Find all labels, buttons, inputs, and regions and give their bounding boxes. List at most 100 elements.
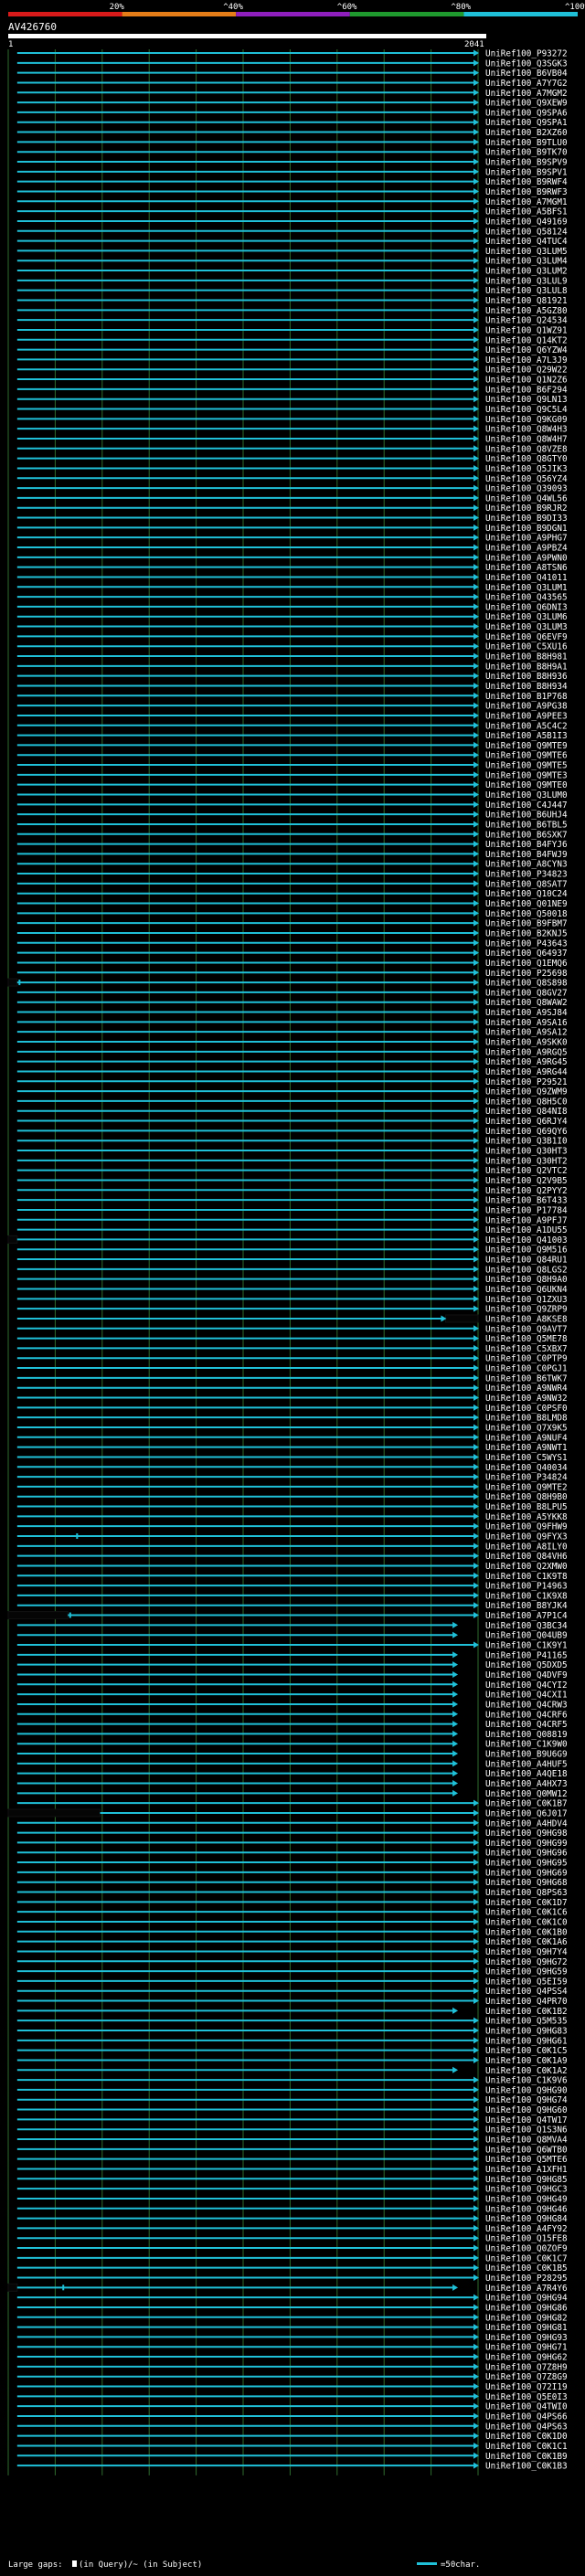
hit-label[interactable]: UniRef100_C1K9X8 xyxy=(485,1591,568,1601)
hit-label[interactable]: UniRef100_Q30HT2 xyxy=(485,1156,568,1166)
hit-label[interactable]: UniRef100_C0K1D0 xyxy=(485,2432,568,2442)
hit-label[interactable]: UniRef100_P34824 xyxy=(485,1473,568,1483)
hit-label[interactable]: UniRef100_Q9FHW9 xyxy=(485,1522,568,1532)
hit-row[interactable]: UniRef100_C0K1A6 xyxy=(16,1937,568,1947)
hit-label[interactable]: UniRef100_B4FWJ9 xyxy=(485,850,568,860)
hit-row[interactable]: UniRef100_Q14KT2 xyxy=(16,335,568,345)
hit-row[interactable]: UniRef100_P43643 xyxy=(16,938,568,949)
hit-label[interactable]: UniRef100_Q4TW17 xyxy=(485,2115,568,2125)
hit-row[interactable]: UniRef100_A1XFH1 xyxy=(16,2165,568,2175)
hit-row[interactable]: UniRef100_B6F294 xyxy=(16,385,568,395)
hit-row[interactable]: UniRef100_Q9HG96 xyxy=(16,1849,568,1859)
hit-row[interactable]: UniRef100_A5C4C2 xyxy=(16,721,568,731)
hit-row[interactable]: UniRef100_B9SPV9 xyxy=(16,158,568,168)
hit-row[interactable]: UniRef100_Q4CRW3 xyxy=(16,1700,568,1710)
hit-label[interactable]: UniRef100_C0K1B5 xyxy=(485,2263,568,2274)
hit-row[interactable]: UniRef100_B9FBM7 xyxy=(16,919,568,929)
hit-row[interactable]: UniRef100_C1K9X8 xyxy=(16,1591,568,1601)
hit-row[interactable]: UniRef100_Q9HG95 xyxy=(16,1859,568,1869)
hit-row[interactable]: UniRef100_B9RWF4 xyxy=(16,177,568,187)
hit-row[interactable]: UniRef100_Q9C5L4 xyxy=(16,405,568,415)
hit-label[interactable]: UniRef100_B1P768 xyxy=(485,692,568,702)
hit-row[interactable]: UniRef100_C0K1C1 xyxy=(16,2442,568,2452)
hit-row[interactable]: UniRef100_A4FY92 xyxy=(16,2224,568,2234)
hit-row[interactable]: UniRef100_C0K1B0 xyxy=(16,1927,568,1937)
hit-row[interactable]: UniRef100_Q9HG86 xyxy=(16,2303,568,2313)
hit-row[interactable]: UniRef100_A9PBZ4 xyxy=(16,544,568,554)
hit-row[interactable]: UniRef100_C0K1B2 xyxy=(16,2007,568,2017)
hit-label[interactable]: UniRef100_Q1N2Z6 xyxy=(485,376,568,386)
hit-row[interactable]: UniRef100_B9TK70 xyxy=(16,148,568,158)
hit-label[interactable]: UniRef100_C0K1C7 xyxy=(485,2253,568,2263)
hit-row[interactable]: UniRef100_Q41003 xyxy=(7,1235,568,1246)
hit-label[interactable]: UniRef100_Q81921 xyxy=(485,296,568,306)
hit-label[interactable]: UniRef100_A7R4Y6 xyxy=(485,2284,568,2294)
hit-label[interactable]: UniRef100_A7MGM1 xyxy=(485,197,568,207)
hit-label[interactable]: UniRef100_Q3BC34 xyxy=(485,1621,568,1631)
hit-label[interactable]: UniRef100_C0K1C5 xyxy=(485,2046,568,2056)
hit-label[interactable]: UniRef100_Q8H9B0 xyxy=(485,1492,568,1502)
hit-label[interactable]: UniRef100_Q4CRF5 xyxy=(485,1720,568,1730)
hit-row[interactable]: UniRef100_Q5MTE6 xyxy=(16,2155,568,2165)
hit-label[interactable]: UniRef100_Q4CYI2 xyxy=(485,1680,568,1691)
hit-label[interactable]: UniRef100_Q9H7Y4 xyxy=(485,1947,568,1957)
hit-label[interactable]: UniRef100_Q9HGC3 xyxy=(485,2185,568,2195)
hit-label[interactable]: UniRef100_Q9MTE3 xyxy=(485,770,568,780)
hit-label[interactable]: UniRef100_B9SPV9 xyxy=(485,158,568,168)
hit-label[interactable]: UniRef100_Q10C24 xyxy=(485,889,568,899)
hit-row[interactable]: UniRef100_Q9XEW9 xyxy=(16,99,568,109)
hit-label[interactable]: UniRef100_B9DI33 xyxy=(485,514,568,524)
hit-row[interactable]: UniRef100_Q9HG59 xyxy=(16,1967,568,1977)
hit-label[interactable]: UniRef100_Q4CRW3 xyxy=(485,1700,568,1710)
hit-row[interactable]: UniRef100_B6VB04 xyxy=(16,69,568,79)
hit-label[interactable]: UniRef100_A9RG44 xyxy=(485,1067,568,1077)
hit-row[interactable]: UniRef100_Q0ZOF9 xyxy=(16,2244,568,2254)
hit-label[interactable]: UniRef100_Q2V9B5 xyxy=(485,1176,568,1186)
hit-label[interactable]: UniRef100_Q9MTE6 xyxy=(485,751,568,761)
hit-row[interactable]: UniRef100_C1K9V6 xyxy=(16,2076,568,2086)
hit-row[interactable]: UniRef100_Q8H9A0 xyxy=(16,1275,568,1285)
hit-label[interactable]: UniRef100_Q2VTC2 xyxy=(485,1166,568,1176)
hit-row[interactable]: UniRef100_A9SJ84 xyxy=(16,1008,568,1018)
hit-label[interactable]: UniRef100_Q9HG72 xyxy=(485,1957,568,1967)
hit-row[interactable]: UniRef100_Q9FHW9 xyxy=(16,1522,568,1532)
hit-label[interactable]: UniRef100_B9DGN1 xyxy=(485,524,568,534)
hit-row[interactable]: UniRef100_B9DI33 xyxy=(16,514,568,524)
hit-row[interactable]: UniRef100_B2XZ60 xyxy=(16,128,568,138)
hit-label[interactable]: UniRef100_B9TK70 xyxy=(485,148,568,158)
hit-row[interactable]: UniRef100_C4J447 xyxy=(16,800,568,811)
hit-row[interactable]: UniRef100_Q4TUC4 xyxy=(16,237,568,247)
hit-row[interactable]: UniRef100_Q9HG93 xyxy=(16,2333,568,2343)
hit-row[interactable]: UniRef100_Q9HG49 xyxy=(16,2194,568,2204)
hit-label[interactable]: UniRef100_B8H981 xyxy=(485,652,568,663)
hit-row[interactable]: UniRef100_Q8W4H3 xyxy=(16,425,568,435)
hit-label[interactable]: UniRef100_A1DU55 xyxy=(485,1225,568,1235)
hit-label[interactable]: UniRef100_Q4TUC4 xyxy=(485,237,568,247)
hit-label[interactable]: UniRef100_A4HUF5 xyxy=(485,1759,568,1769)
hit-row[interactable]: UniRef100_Q4CRF5 xyxy=(16,1720,568,1730)
hit-row[interactable]: UniRef100_Q1N2Z6 xyxy=(16,376,568,386)
hit-row[interactable]: UniRef100_Q4CXI1 xyxy=(16,1691,568,1701)
hit-label[interactable]: UniRef100_B9RWF3 xyxy=(485,187,568,197)
hit-label[interactable]: UniRef100_B9RJR2 xyxy=(485,504,568,514)
hit-row[interactable]: UniRef100_Q6J017 xyxy=(7,1808,568,1818)
hit-label[interactable]: UniRef100_Q30HT3 xyxy=(485,1147,568,1157)
hit-label[interactable]: UniRef100_Q3LUM2 xyxy=(485,267,568,277)
hit-label[interactable]: UniRef100_C0K1A6 xyxy=(485,1937,568,1947)
hit-row[interactable]: UniRef100_Q4CYI2 xyxy=(16,1680,568,1691)
hit-label[interactable]: UniRef100_Q3B1I0 xyxy=(485,1137,568,1147)
hit-label[interactable]: UniRef100_Q7X9K5 xyxy=(485,1423,568,1433)
hit-row[interactable]: UniRef100_Q4PS63 xyxy=(16,2422,568,2432)
hit-label[interactable]: UniRef100_Q9HG61 xyxy=(485,2036,568,2046)
hit-row[interactable]: UniRef100_Q4TW17 xyxy=(16,2115,568,2125)
hit-row[interactable]: UniRef100_A9RG44 xyxy=(16,1067,568,1077)
hit-label[interactable]: UniRef100_Q15FE8 xyxy=(485,2234,568,2244)
hit-row[interactable]: UniRef100_A9PEE3 xyxy=(16,711,568,721)
hit-label[interactable]: UniRef100_A9SKK0 xyxy=(485,1038,568,1048)
hit-label[interactable]: UniRef100_Q9HG62 xyxy=(485,2353,568,2363)
hit-row[interactable]: UniRef100_B6TBL5 xyxy=(16,820,568,830)
hit-label[interactable]: UniRef100_B6VB04 xyxy=(485,69,568,79)
hit-label[interactable]: UniRef100_Q8H9A0 xyxy=(485,1275,568,1285)
hit-label[interactable]: UniRef100_Q3LUM5 xyxy=(485,247,568,257)
hit-label[interactable]: UniRef100_P14963 xyxy=(485,1582,568,1592)
